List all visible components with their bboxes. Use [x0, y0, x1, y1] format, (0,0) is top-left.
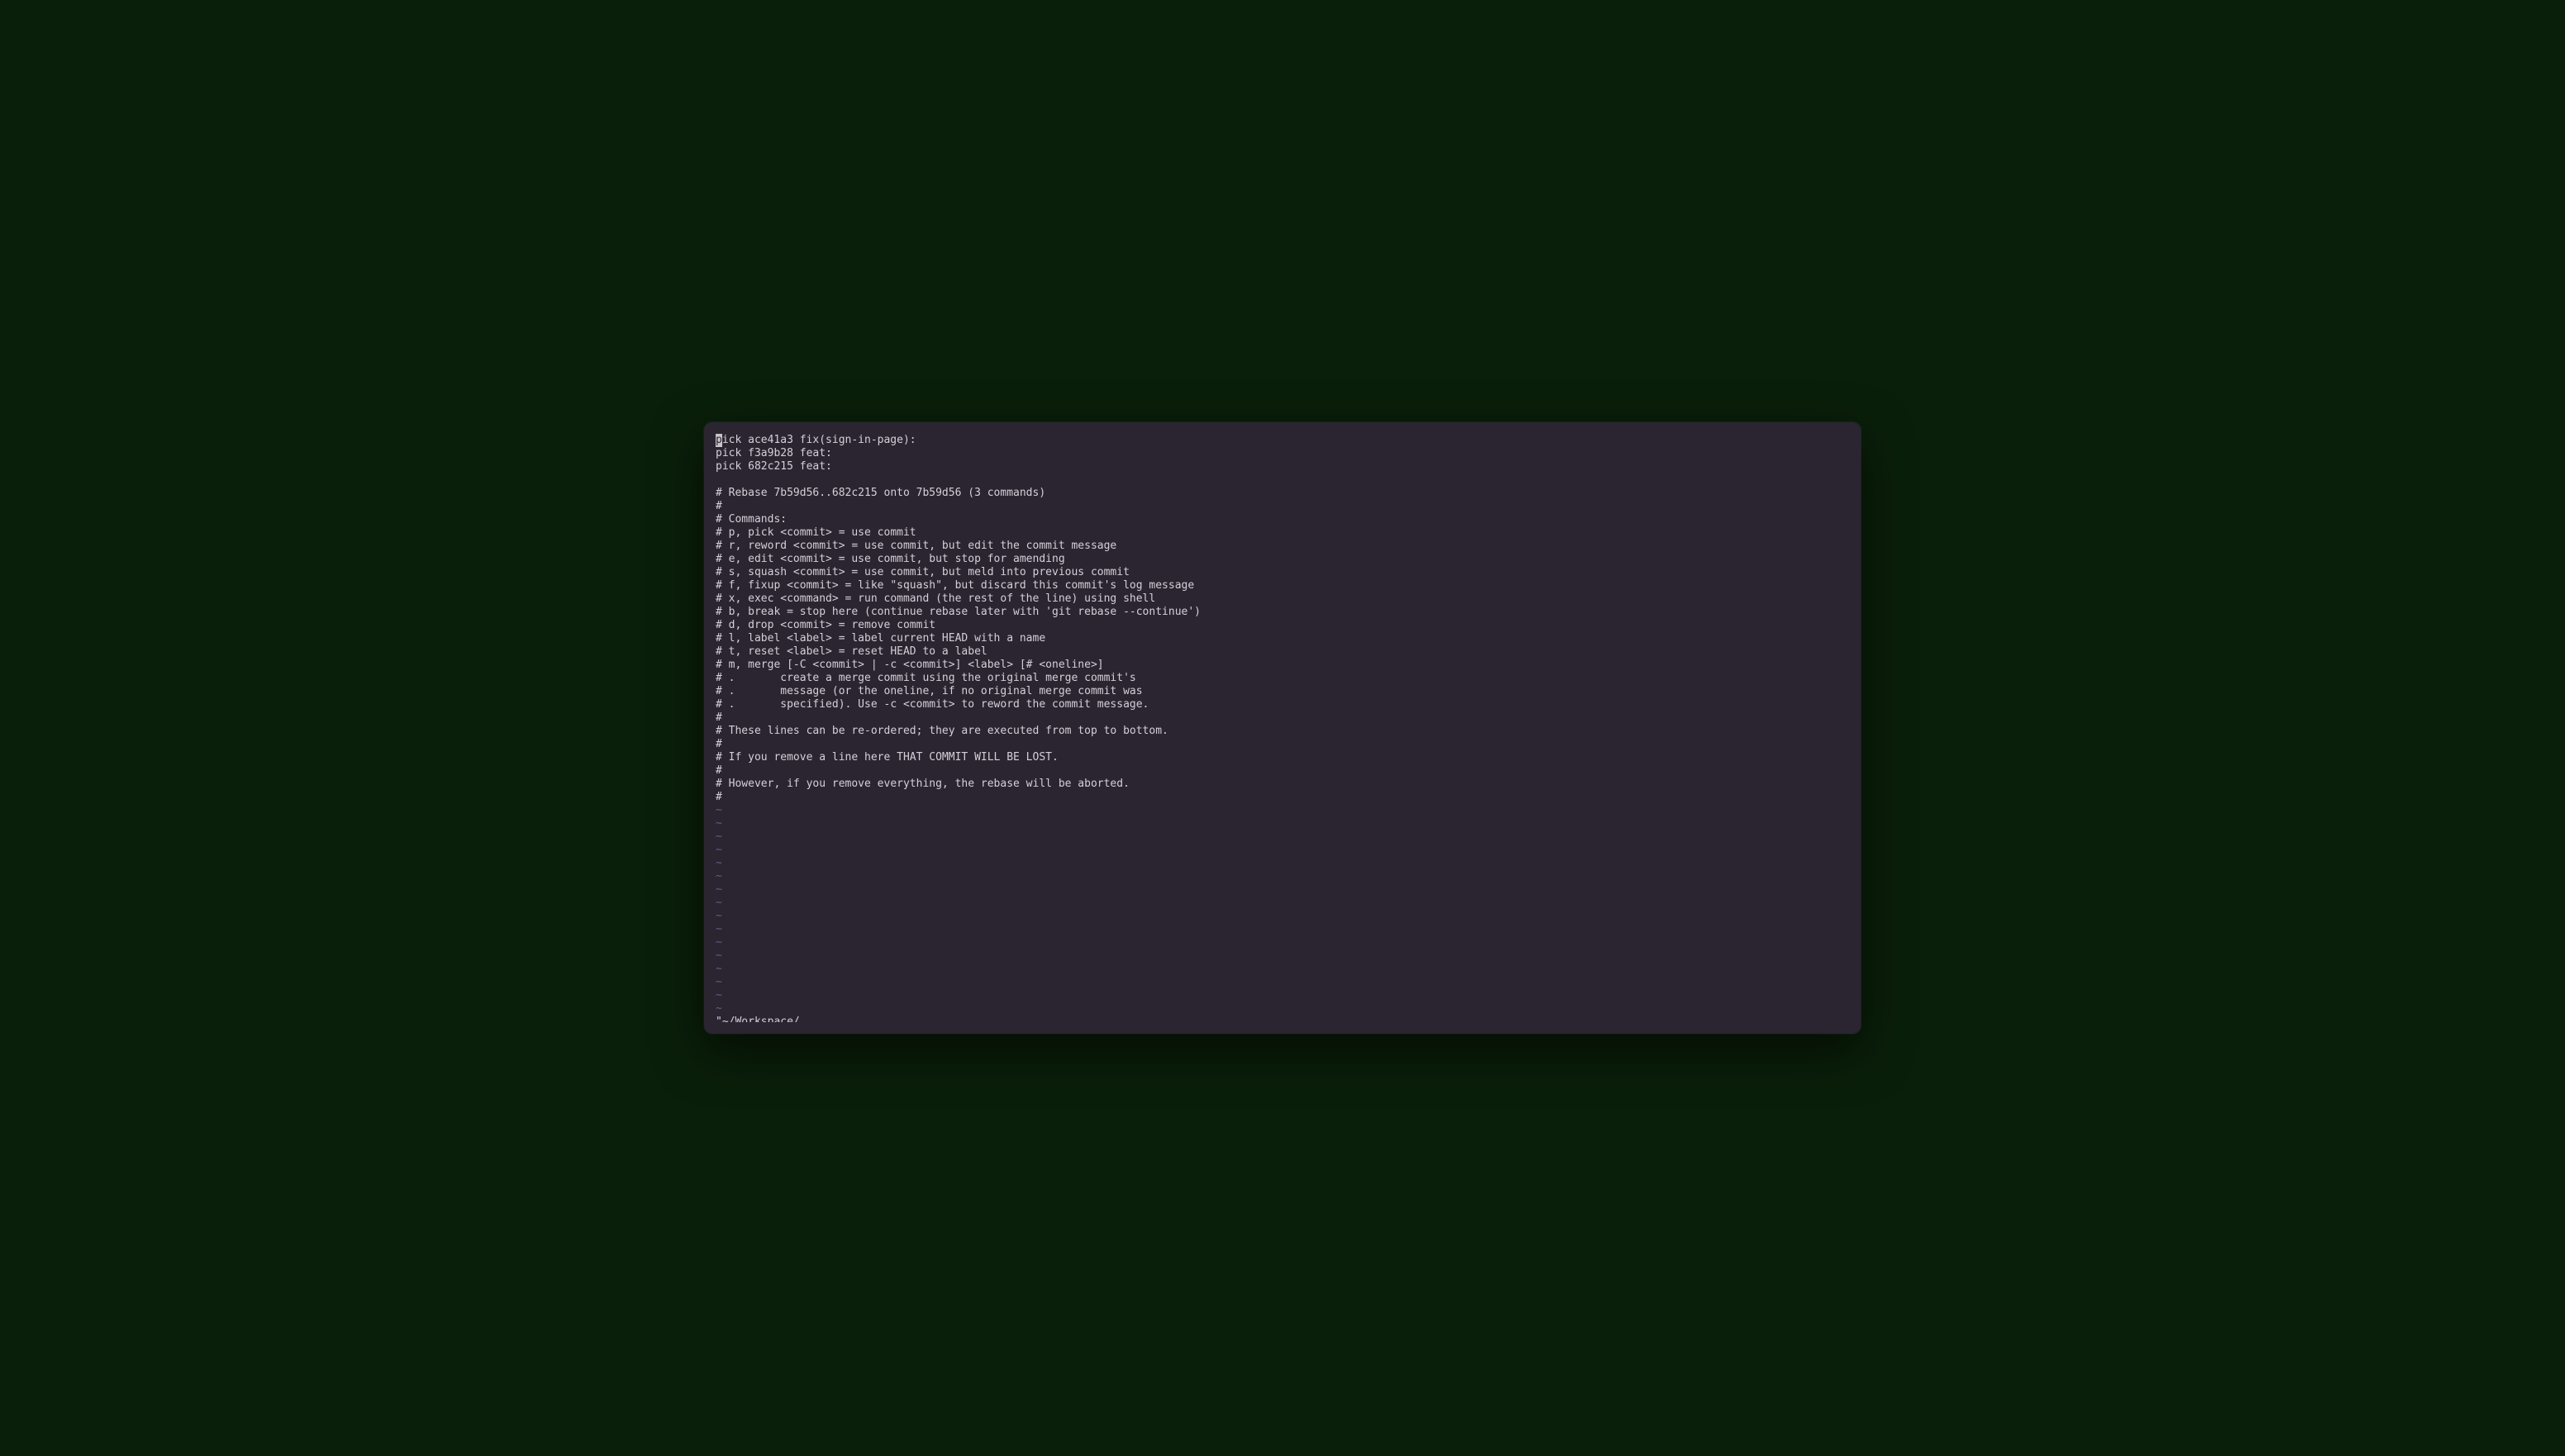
empty-line-tilde: ~: [716, 897, 1849, 910]
empty-line-tilde: ~: [716, 817, 1849, 830]
empty-line-tilde: ~: [716, 923, 1849, 936]
empty-line-tilde: ~: [716, 1002, 1849, 1016]
comment-line: # s, squash <commit> = use commit, but m…: [716, 566, 1849, 579]
comment-line: # f, fixup <commit> = like "squash", but…: [716, 579, 1849, 592]
empty-line-tilde: ~: [716, 989, 1849, 1002]
empty-line-tilde: ~: [716, 844, 1849, 857]
comment-line: #: [716, 738, 1849, 751]
pick-line-3[interactable]: pick 682c215 feat:: [716, 460, 1849, 473]
pick-line-1-text: ick ace41a3 fix(sign-in-page):: [722, 434, 916, 446]
comment-line: # . message (or the oneline, if no origi…: [716, 685, 1849, 698]
status-line: "~/Workspace/: [716, 1016, 1849, 1022]
comment-line: # e, edit <commit> = use commit, but sto…: [716, 553, 1849, 566]
comment-line: # . specified). Use -c <commit> to rewor…: [716, 698, 1849, 711]
comment-line: # x, exec <command> = run command (the r…: [716, 592, 1849, 606]
comment-line: # l, label <label> = label current HEAD …: [716, 632, 1849, 645]
empty-line-tilde: ~: [716, 804, 1849, 817]
empty-line-tilde: ~: [716, 963, 1849, 976]
comment-line: # Rebase 7b59d56..682c215 onto 7b59d56 (…: [716, 487, 1849, 500]
editor-buffer[interactable]: pick ace41a3 fix(sign-in-page):pick f3a9…: [716, 434, 1849, 1022]
comment-line: #: [716, 711, 1849, 725]
empty-line-tilde: ~: [716, 830, 1849, 844]
blank-line: [716, 473, 1849, 487]
pick-line-2[interactable]: pick f3a9b28 feat:: [716, 447, 1849, 460]
comment-line: # p, pick <commit> = use commit: [716, 526, 1849, 540]
comment-line: # t, reset <label> = reset HEAD to a lab…: [716, 645, 1849, 659]
comment-line: # . create a merge commit using the orig…: [716, 672, 1849, 685]
empty-line-tilde: ~: [716, 910, 1849, 923]
comment-line: # These lines can be re-ordered; they ar…: [716, 725, 1849, 738]
cursor: p: [716, 434, 722, 447]
comment-line: # However, if you remove everything, the…: [716, 778, 1849, 791]
pick-line-1[interactable]: pick ace41a3 fix(sign-in-page):: [716, 434, 1849, 447]
empty-line-tilde: ~: [716, 857, 1849, 870]
comment-line: # Commands:: [716, 513, 1849, 526]
terminal-window: pick ace41a3 fix(sign-in-page):pick f3a9…: [704, 422, 1861, 1034]
comment-line: #: [716, 764, 1849, 778]
comment-line: # m, merge [-C <commit> | -c <commit>] <…: [716, 659, 1849, 672]
comment-line: #: [716, 791, 1849, 804]
empty-line-tilde: ~: [716, 870, 1849, 883]
comment-line: # r, reword <commit> = use commit, but e…: [716, 540, 1849, 553]
comment-line: # d, drop <commit> = remove commit: [716, 619, 1849, 632]
empty-line-tilde: ~: [716, 883, 1849, 897]
empty-line-tilde: ~: [716, 936, 1849, 949]
comment-line: # If you remove a line here THAT COMMIT …: [716, 751, 1849, 764]
comment-line: # b, break = stop here (continue rebase …: [716, 606, 1849, 619]
empty-line-tilde: ~: [716, 976, 1849, 989]
comment-line: #: [716, 500, 1849, 513]
empty-line-tilde: ~: [716, 949, 1849, 963]
